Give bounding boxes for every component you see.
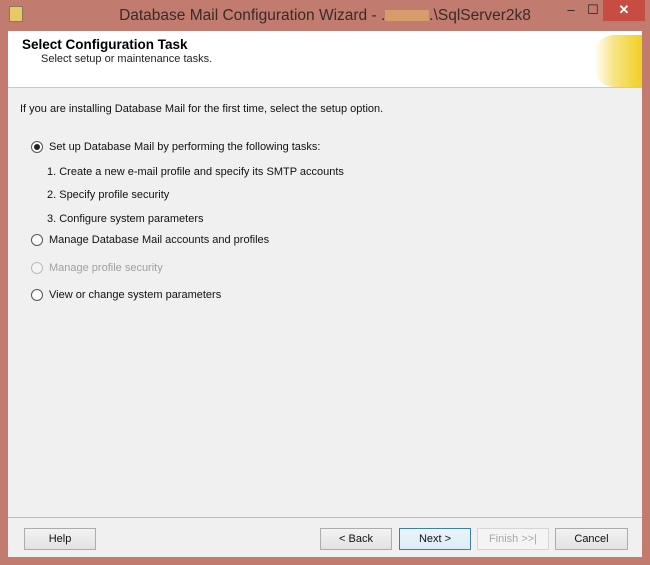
- step-1: 1. Create a new e-mail profile and speci…: [47, 166, 344, 178]
- finish-button: Finish >>|: [477, 528, 549, 550]
- close-button[interactable]: ✕: [603, 0, 645, 21]
- wizard-header: Select Configuration Task Select setup o…: [8, 31, 642, 88]
- window-title: Database Mail Configuration Wizard - . .\…: [0, 7, 650, 25]
- page-title: Select Configuration Task: [22, 37, 188, 52]
- radio-manage-profile-security: Manage profile security: [31, 262, 163, 274]
- cancel-button[interactable]: Cancel: [555, 528, 628, 550]
- radio-label: Manage profile security: [49, 262, 163, 274]
- intro-text: If you are installing Database Mail for …: [20, 103, 384, 115]
- radio-manage-accounts[interactable]: Manage Database Mail accounts and profil…: [31, 234, 269, 246]
- redacted-server: [385, 10, 430, 22]
- back-button[interactable]: < Back: [320, 528, 392, 550]
- radio-icon[interactable]: [31, 234, 43, 246]
- radio-system-parameters[interactable]: View or change system parameters: [31, 289, 221, 301]
- title-bar: Database Mail Configuration Wizard - . .\…: [0, 0, 650, 31]
- radio-icon[interactable]: [31, 141, 43, 153]
- next-button[interactable]: Next >: [399, 528, 471, 550]
- radio-setup-database-mail[interactable]: Set up Database Mail by performing the f…: [31, 141, 320, 153]
- wizard-client: Select Configuration Task Select setup o…: [8, 31, 642, 557]
- page-subtitle: Select setup or maintenance tasks.: [41, 53, 213, 65]
- title-suffix: .\SqlServer2k8: [429, 7, 531, 24]
- radio-icon[interactable]: [31, 289, 43, 301]
- footer-divider: [8, 517, 642, 518]
- help-button[interactable]: Help: [24, 528, 96, 550]
- radio-label: Set up Database Mail by performing the f…: [49, 141, 321, 153]
- radio-icon: [31, 262, 43, 274]
- step-3: 3. Configure system parameters: [47, 213, 204, 225]
- radio-label: View or change system parameters: [49, 289, 222, 301]
- title-prefix: Database Mail Configuration Wizard - .: [119, 7, 386, 24]
- step-2: 2. Specify profile security: [47, 189, 170, 201]
- database-logo-icon: [594, 35, 642, 87]
- radio-label: Manage Database Mail accounts and profil…: [49, 234, 270, 246]
